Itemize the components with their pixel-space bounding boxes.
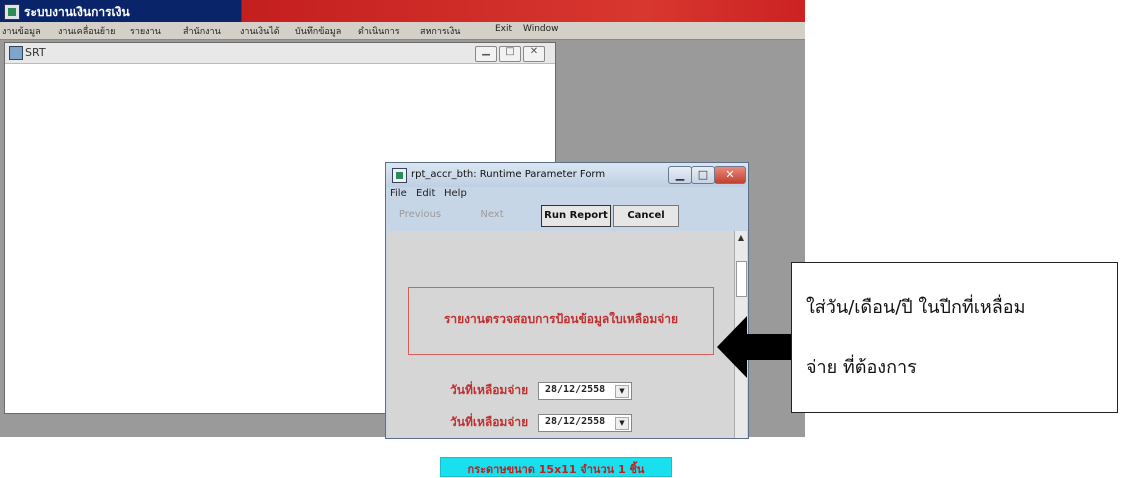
close-button[interactable]: ✕: [714, 166, 746, 184]
app-title: ระบบงานเงินการเงิน: [24, 5, 130, 19]
callout-text-line: จ่าย ที่ต้องการ: [806, 357, 917, 378]
main-menubar: งานข้อมูล งานเคลื่อนย้าย รายงาน สำนักงาน…: [0, 22, 805, 40]
menu-item[interactable]: งานเคลื่อนย้าย: [58, 24, 115, 38]
minimize-button[interactable]: [475, 45, 497, 62]
parameter-form-canvas: รายงานตรวจสอบการป้อนข้อมูลใบเหลือมจ่าย ว…: [388, 231, 734, 477]
app-titlebar: ระบบงานเงินการเงิน: [0, 0, 805, 22]
menu-item[interactable]: งานเงินได้: [240, 24, 280, 38]
scrollbar-thumb[interactable]: [736, 261, 747, 297]
instruction-callout: ใส่วัน/เดือน/ปี ในปีกที่เหลื่อม จ่าย ที่…: [791, 262, 1118, 413]
menu-item[interactable]: สหการเงิน: [420, 24, 460, 38]
date-field-start[interactable]: 28/12/2558 ▼: [538, 382, 632, 400]
dialog-title: rpt_accr_bth: Runtime Parameter Form: [411, 169, 606, 180]
paper-size-note-text: กระดาษขนาด 15x11 จำนวน 1 ชิ้น: [467, 463, 645, 476]
next-button[interactable]: Next: [460, 205, 524, 225]
menu-item[interactable]: สำนักงาน: [183, 24, 221, 38]
maximize-button[interactable]: [499, 46, 521, 62]
menu-item[interactable]: ดำเนินการ: [358, 24, 400, 38]
maximize-icon: □: [697, 168, 709, 181]
dialog-titlebar: rpt_accr_bth: Runtime Parameter Form ▁ □…: [386, 163, 748, 187]
mdi-title: SRT: [25, 46, 46, 59]
app-icon: [4, 4, 20, 20]
close-icon: ✕: [725, 168, 735, 181]
close-button[interactable]: [523, 46, 545, 62]
menu-exit[interactable]: Exit: [495, 24, 512, 34]
menu-file[interactable]: File: [390, 188, 407, 199]
run-report-button[interactable]: Run Report: [541, 205, 611, 227]
menu-window[interactable]: Window: [523, 24, 559, 34]
dialog-toolbar: Previous Next Run Report Cancel: [388, 203, 744, 229]
cancel-button[interactable]: Cancel: [613, 205, 679, 227]
window-icon: [9, 46, 23, 60]
date-label: วันที่เหลือมจ่าย: [450, 415, 529, 429]
chevron-down-icon[interactable]: ▼: [615, 385, 629, 398]
minimize-button[interactable]: ▁: [668, 166, 692, 184]
minimize-icon: ▁: [675, 168, 685, 181]
date-label: วันที่เหลือมจ่าย: [450, 383, 529, 397]
scroll-up-icon[interactable]: ▲: [735, 233, 747, 245]
paper-size-note: กระดาษขนาด 15x11 จำนวน 1 ชิ้น: [440, 457, 672, 477]
date-value: 28/12/2558: [545, 384, 606, 395]
menu-edit[interactable]: Edit: [416, 188, 435, 199]
runtime-parameter-form: rpt_accr_bth: Runtime Parameter Form ▁ □…: [385, 162, 749, 477]
mdi-titlebar: SRT: [5, 43, 555, 64]
dialog-menubar: File Edit Help: [388, 188, 744, 201]
chevron-down-icon[interactable]: ▼: [615, 417, 629, 430]
report-title: รายงานตรวจสอบการป้อนข้อมูลใบเหลือมจ่าย: [443, 312, 679, 326]
left-arrow-icon: [717, 316, 791, 378]
report-icon: [392, 168, 407, 183]
maximize-button[interactable]: □: [691, 166, 715, 184]
menu-item[interactable]: บันทึกข้อมูล: [295, 24, 341, 38]
date-field-end[interactable]: 28/12/2558 ▼: [538, 414, 632, 432]
report-title-box: รายงานตรวจสอบการป้อนข้อมูลใบเหลือมจ่าย: [408, 287, 714, 355]
callout-text-line: ใส่วัน/เดือน/ปี ในปีกที่เหลื่อม: [806, 297, 1026, 318]
menu-item[interactable]: งานข้อมูล: [2, 24, 41, 38]
menu-item[interactable]: รายงาน: [130, 24, 161, 38]
previous-button[interactable]: Previous: [388, 205, 452, 225]
date-value: 28/12/2558: [545, 416, 606, 427]
menu-help[interactable]: Help: [444, 188, 467, 199]
